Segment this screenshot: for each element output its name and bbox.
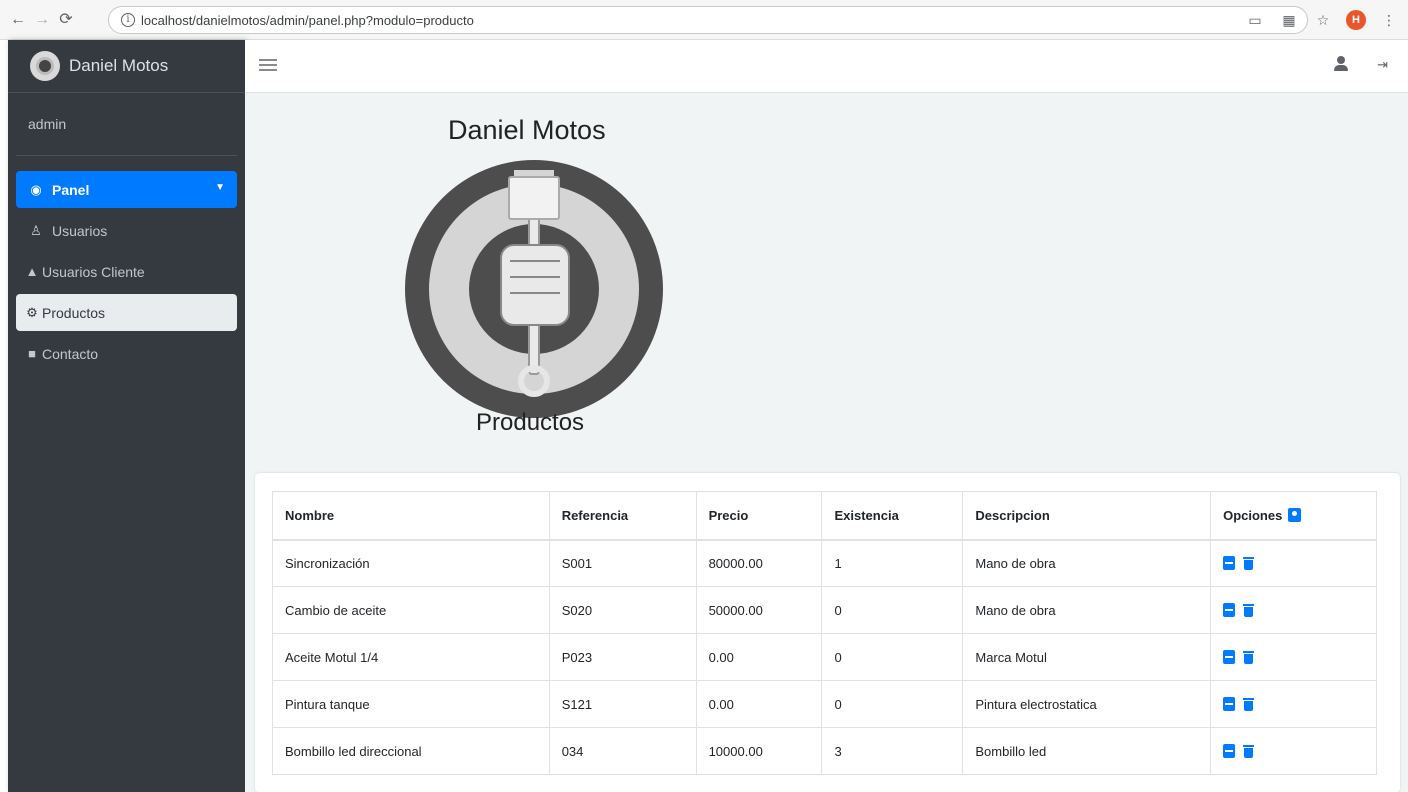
cell-nombre: Sincronización — [272, 539, 550, 587]
table-header-row: Nombre Referencia Precio Existencia Desc… — [272, 491, 1377, 541]
sidebar-nav: ◉ Panel ▼ ♙ Usuarios ▲ Usuarios Cliente … — [8, 156, 245, 372]
table-row: Pintura tanque S121 0.00 0 Pintura elect… — [272, 680, 1377, 728]
cell-precio: 80000.00 — [695, 539, 823, 587]
bookmark-star-icon[interactable]: ☆ — [1312, 12, 1334, 29]
motorcycle-icon: ⚙ — [26, 304, 38, 320]
cell-referencia: 034 — [548, 727, 697, 775]
table-row: Bombillo led direccional 034 10000.00 3 … — [272, 727, 1377, 775]
users-icon: ▲ — [25, 264, 39, 279]
cell-precio: 50000.00 — [695, 586, 823, 634]
edit-icon[interactable] — [1223, 696, 1236, 711]
sidebar-item-panel[interactable]: ◉ Panel ▼ — [16, 171, 237, 208]
cell-opciones — [1210, 727, 1377, 775]
cell-opciones — [1210, 586, 1377, 634]
sidebar-item-label: Usuarios — [52, 222, 108, 239]
forward-arrow-icon[interactable]: → — [30, 0, 54, 40]
trash-icon[interactable] — [1243, 650, 1255, 664]
sidebar-item-usuarios-cliente[interactable]: ▲ Usuarios Cliente — [16, 253, 237, 290]
cell-existencia: 0 — [821, 680, 964, 728]
edit-icon[interactable] — [1223, 555, 1236, 570]
sidebar-item-label: Productos — [42, 304, 106, 321]
top-navbar: ⇥ — [245, 40, 1408, 93]
cell-precio: 0.00 — [695, 680, 823, 728]
trash-icon[interactable] — [1243, 603, 1255, 617]
cell-referencia: S001 — [548, 539, 697, 587]
reload-icon[interactable]: ⟳ — [54, 0, 78, 40]
cell-existencia: 1 — [821, 539, 964, 587]
cell-descripcion: Pintura electrostatica — [962, 680, 1212, 728]
logout-icon[interactable]: ⇥ — [1377, 57, 1388, 73]
sidebar-item-label: Usuarios Cliente — [42, 263, 145, 280]
trash-icon[interactable] — [1243, 697, 1255, 711]
chevron-down-icon: ▼ — [215, 182, 225, 193]
column-header: Referencia — [548, 491, 697, 541]
cell-descripcion: Bombillo led — [962, 727, 1212, 775]
sidebar-item-productos[interactable]: ⚙ Productos — [16, 294, 237, 331]
user-panel[interactable]: admin — [16, 93, 237, 156]
cell-referencia: S121 — [548, 680, 697, 728]
section-caption: Productos — [476, 409, 585, 436]
cell-descripcion: Mano de obra — [962, 586, 1212, 634]
page-title: Daniel Motos — [448, 115, 606, 145]
tachometer-icon: ◉ — [30, 181, 42, 197]
column-header-label: Opciones — [1223, 507, 1283, 523]
edit-icon[interactable] — [1223, 649, 1236, 664]
column-header-opciones: Opciones — [1210, 491, 1377, 541]
cell-opciones — [1210, 539, 1377, 587]
products-table: Nombre Referencia Precio Existencia Desc… — [272, 491, 1377, 775]
cell-existencia: 0 — [821, 633, 964, 681]
cast-icon[interactable]: ▭ — [1244, 12, 1266, 29]
cell-nombre: Pintura tanque — [272, 680, 550, 728]
main-content: Daniel Motos Productos Nombre Referencia… — [245, 93, 1408, 792]
user-account-icon[interactable] — [1332, 56, 1350, 74]
column-header: Existencia — [821, 491, 964, 541]
brand-link[interactable]: Daniel Motos — [8, 40, 245, 93]
sidebar-item-contacto[interactable]: ■ Contacto — [16, 335, 237, 372]
cell-descripcion: Marca Motul — [962, 633, 1212, 681]
column-header: Descripcion — [962, 491, 1212, 541]
sidebar-item-label: Contacto — [42, 345, 99, 362]
edit-icon[interactable] — [1223, 602, 1236, 617]
sidebar-item-usuarios[interactable]: ♙ Usuarios — [16, 212, 237, 249]
table-row: Sincronización S001 80000.00 1 Mano de o… — [272, 539, 1377, 587]
site-info-icon[interactable]: i — [121, 13, 135, 27]
add-product-icon[interactable] — [1287, 507, 1301, 522]
cell-referencia: P023 — [548, 633, 697, 681]
cell-nombre: Aceite Motul 1/4 — [272, 633, 550, 681]
browser-toolbar: ← → ⟳ i localhost/danielmotos/admin/pane… — [0, 0, 1408, 40]
qr-code-icon[interactable]: ▦ — [1278, 12, 1300, 29]
edit-icon[interactable] — [1223, 743, 1236, 758]
products-card: Nombre Referencia Precio Existencia Desc… — [255, 473, 1400, 792]
user-name: admin — [28, 116, 67, 132]
hamburger-menu-icon[interactable] — [259, 55, 277, 75]
cell-existencia: 3 — [821, 727, 964, 775]
trash-icon[interactable] — [1243, 744, 1255, 758]
address-url: localhost/danielmotos/admin/panel.php?mo… — [141, 12, 474, 28]
cell-opciones — [1210, 633, 1377, 681]
cell-nombre: Cambio de aceite — [272, 586, 550, 634]
cell-precio: 10000.00 — [695, 727, 823, 775]
sidebar: Daniel Motos admin ◉ Panel ▼ ♙ Usuarios … — [8, 40, 245, 792]
browser-menu-icon[interactable]: ⋮ — [1378, 12, 1400, 29]
address-book-icon: ■ — [28, 346, 36, 361]
address-bar[interactable]: i localhost/danielmotos/admin/panel.php?… — [108, 6, 1308, 34]
cell-precio: 0.00 — [695, 633, 823, 681]
sidebar-item-label: Panel — [52, 181, 90, 198]
column-header: Precio — [695, 491, 823, 541]
brand-name: Daniel Motos — [69, 56, 169, 75]
table-row: Aceite Motul 1/4 P023 0.00 0 Marca Motul — [272, 633, 1377, 681]
cell-opciones — [1210, 680, 1377, 728]
daniel-motos-logo — [405, 160, 663, 418]
column-header: Nombre — [272, 491, 550, 541]
user-icon: ♙ — [30, 222, 42, 238]
cell-referencia: S020 — [548, 586, 697, 634]
brand-logo-icon — [30, 51, 60, 81]
cell-nombre: Bombillo led direccional — [272, 727, 550, 775]
profile-avatar[interactable]: H — [1346, 10, 1366, 30]
cell-descripcion: Mano de obra — [962, 539, 1212, 587]
trash-icon[interactable] — [1243, 556, 1255, 570]
back-arrow-icon[interactable]: ← — [6, 0, 30, 40]
cell-existencia: 0 — [821, 586, 964, 634]
table-row: Cambio de aceite S020 50000.00 0 Mano de… — [272, 586, 1377, 634]
